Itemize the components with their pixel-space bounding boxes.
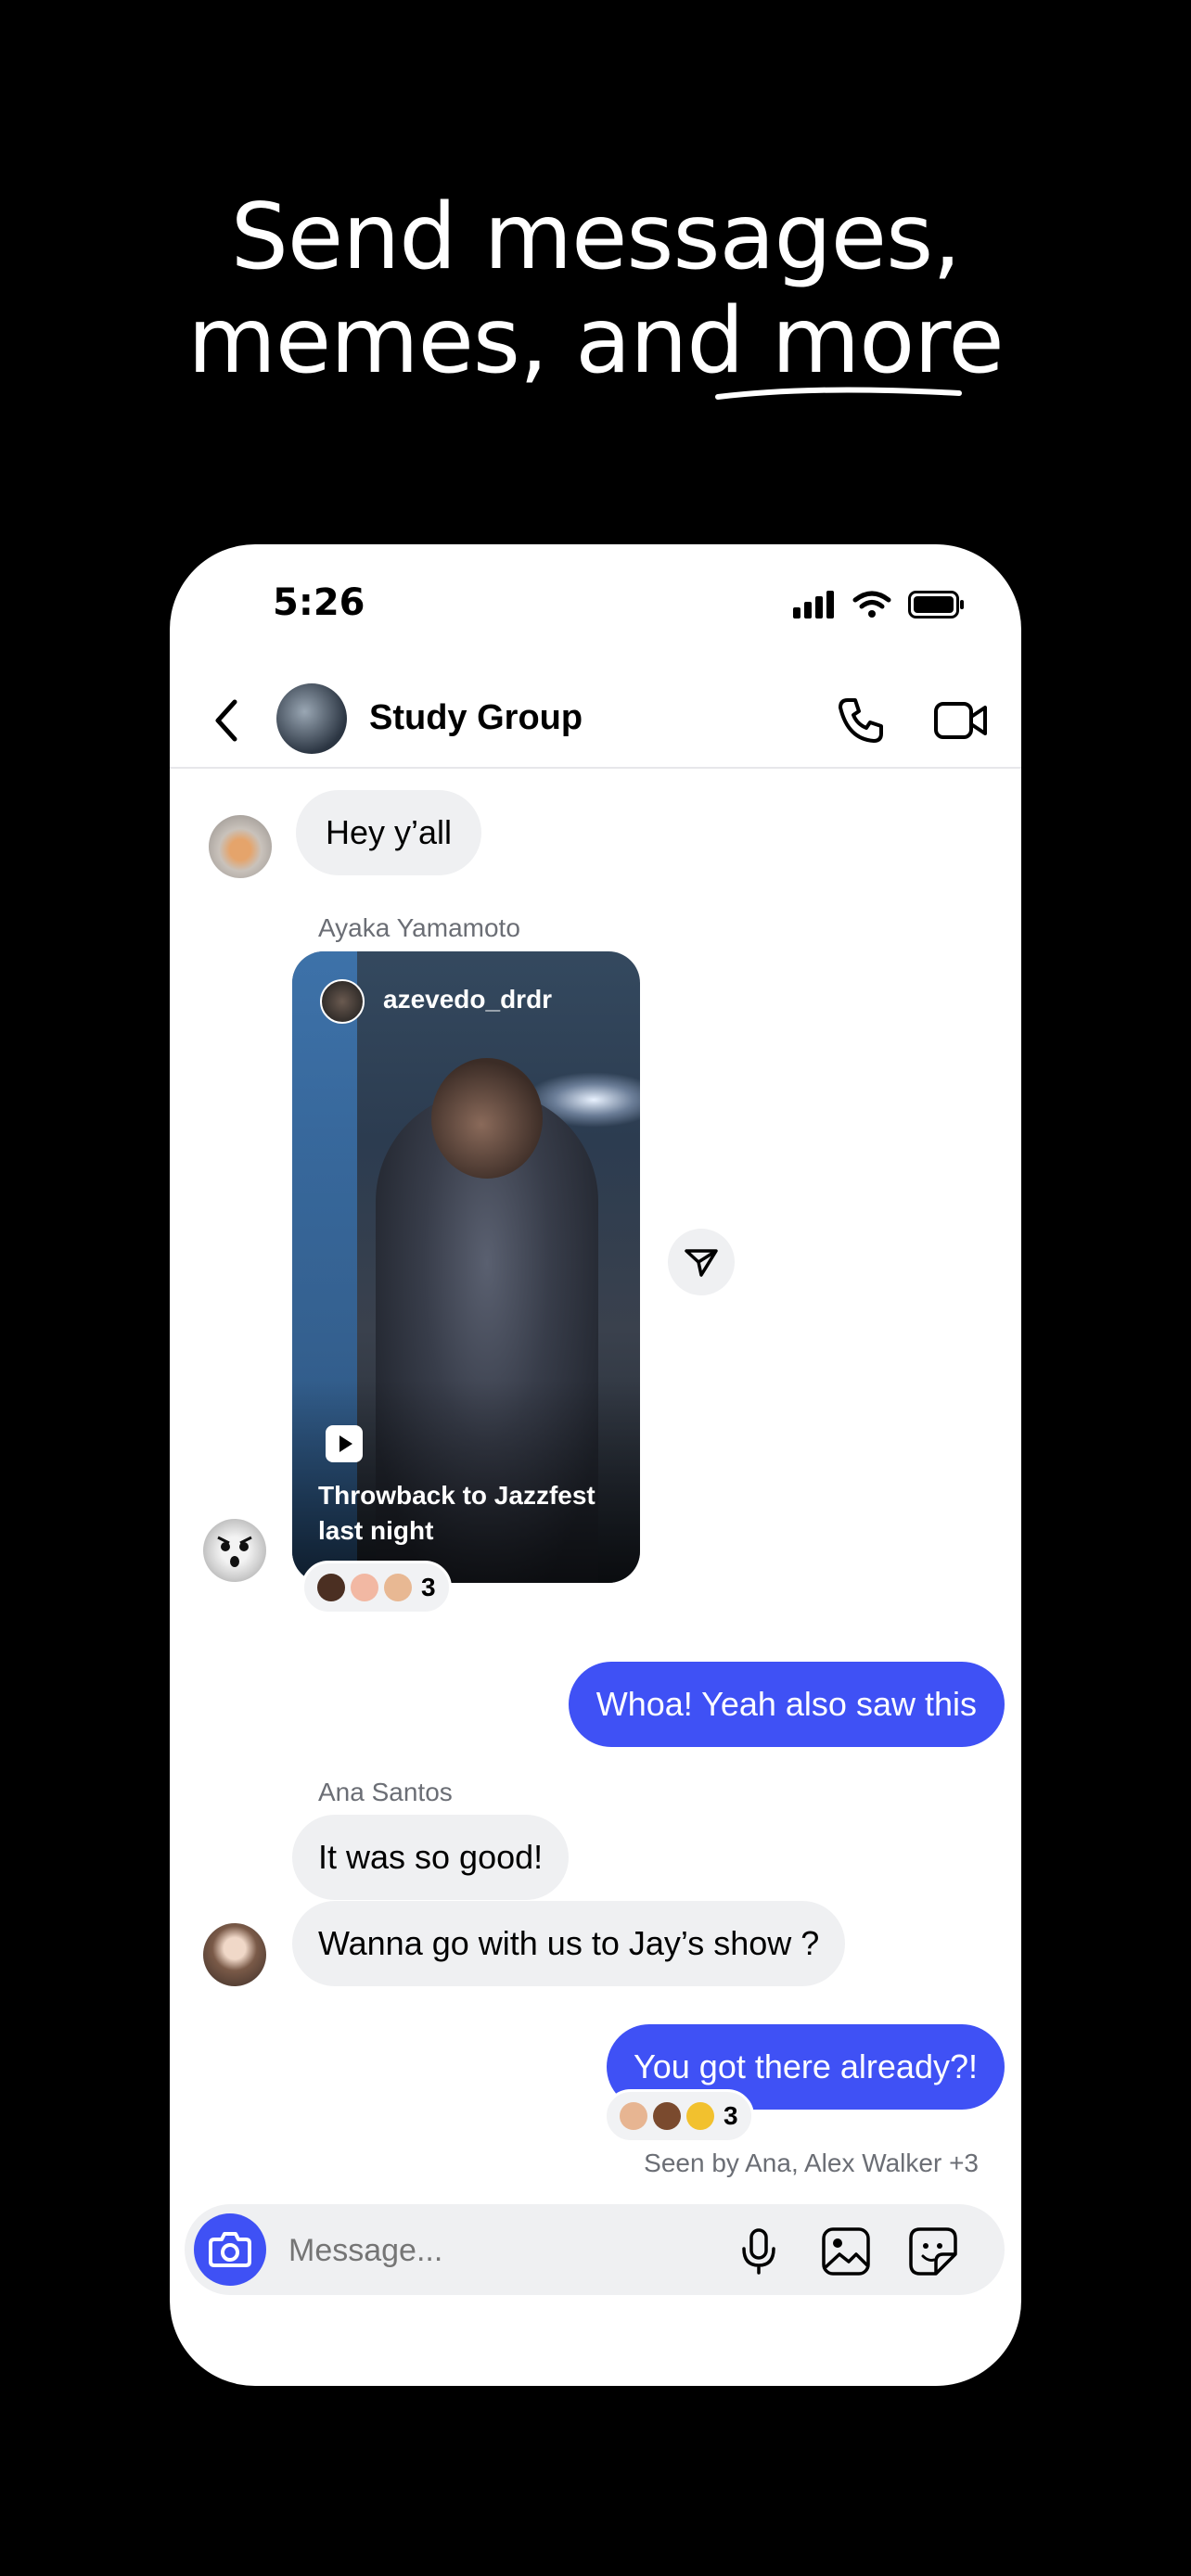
microphone-icon[interactable]: [734, 2226, 784, 2276]
reaction-summary[interactable]: 3: [604, 2089, 754, 2143]
face-icon: [217, 1536, 252, 1567]
message-bubble[interactable]: Wanna go with us to Jay’s show ?: [292, 1901, 846, 1986]
headline-underline: [715, 387, 962, 400]
shared-reel[interactable]: azevedo_drdr Throwback to Jazzfest last …: [292, 951, 640, 1583]
camera-icon: [209, 2232, 251, 2267]
message-input[interactable]: [287, 2204, 698, 2297]
seen-receipt: Seen by Ana, Alex Walker +3: [644, 2149, 979, 2177]
wifi-icon: [852, 591, 891, 618]
headline-highlight: more: [771, 288, 1005, 394]
thumbs-up-icon: [620, 2102, 647, 2130]
status-time: 5:26: [273, 581, 365, 624]
status-bar: 5:26: [170, 581, 1021, 637]
phone-icon[interactable]: [835, 695, 887, 746]
message-bubble[interactable]: Hey y’all: [296, 790, 482, 875]
rock-hand-icon: [653, 2102, 681, 2130]
phone-frame: 5:26 Study Group Hey y’all Ayaka Yamamot…: [170, 544, 1021, 2386]
message-composer: [185, 2204, 1005, 2297]
promo-headline: Send messages, memes, and more: [0, 185, 1191, 393]
reaction-summary[interactable]: 3: [301, 1561, 452, 1614]
battery-icon: [908, 591, 964, 618]
sender-name: Ayaka Yamamoto: [318, 913, 520, 942]
reel-icon: [326, 1425, 363, 1462]
clap-icon: [384, 1574, 412, 1601]
reaction-count: 3: [724, 2101, 738, 2130]
share-button[interactable]: [668, 1229, 735, 1295]
signal-icon: [793, 591, 834, 618]
message-bubble-outgoing[interactable]: Whoa! Yeah also saw this: [568, 1662, 1005, 1747]
headline-line-2: memes, and more: [0, 289, 1191, 393]
avatar[interactable]: [203, 1519, 266, 1582]
thumbs-up-icon: [317, 1574, 345, 1601]
send-icon: [685, 1249, 718, 1277]
chat-header: Study Group: [170, 656, 1021, 769]
reaction-count: 3: [421, 1573, 436, 1601]
reel-caption: Throwback to Jazzfest last night: [318, 1481, 596, 1545]
message-bubble[interactable]: It was so good!: [292, 1815, 570, 1900]
reel-person-head: [431, 1058, 543, 1179]
image-icon[interactable]: [821, 2226, 871, 2276]
reel-user-avatar: [320, 979, 365, 1024]
video-camera-icon[interactable]: [933, 695, 989, 746]
sender-name: Ana Santos: [318, 1778, 453, 1806]
chat-title[interactable]: Study Group: [369, 698, 583, 738]
reel-username: azevedo_drdr: [383, 985, 553, 1014]
group-avatar[interactable]: [276, 683, 347, 754]
camera-button[interactable]: [194, 2213, 266, 2286]
clap-icon: [686, 2102, 714, 2130]
sticker-icon[interactable]: [908, 2226, 958, 2276]
status-icons: [793, 591, 966, 618]
heart-hands-icon: [351, 1574, 378, 1601]
avatar[interactable]: [209, 815, 272, 878]
back-icon[interactable]: [207, 693, 244, 748]
headline-line-1: Send messages,: [230, 185, 962, 290]
headline-line-2-prefix: memes, and: [187, 288, 772, 394]
avatar[interactable]: [203, 1923, 266, 1986]
